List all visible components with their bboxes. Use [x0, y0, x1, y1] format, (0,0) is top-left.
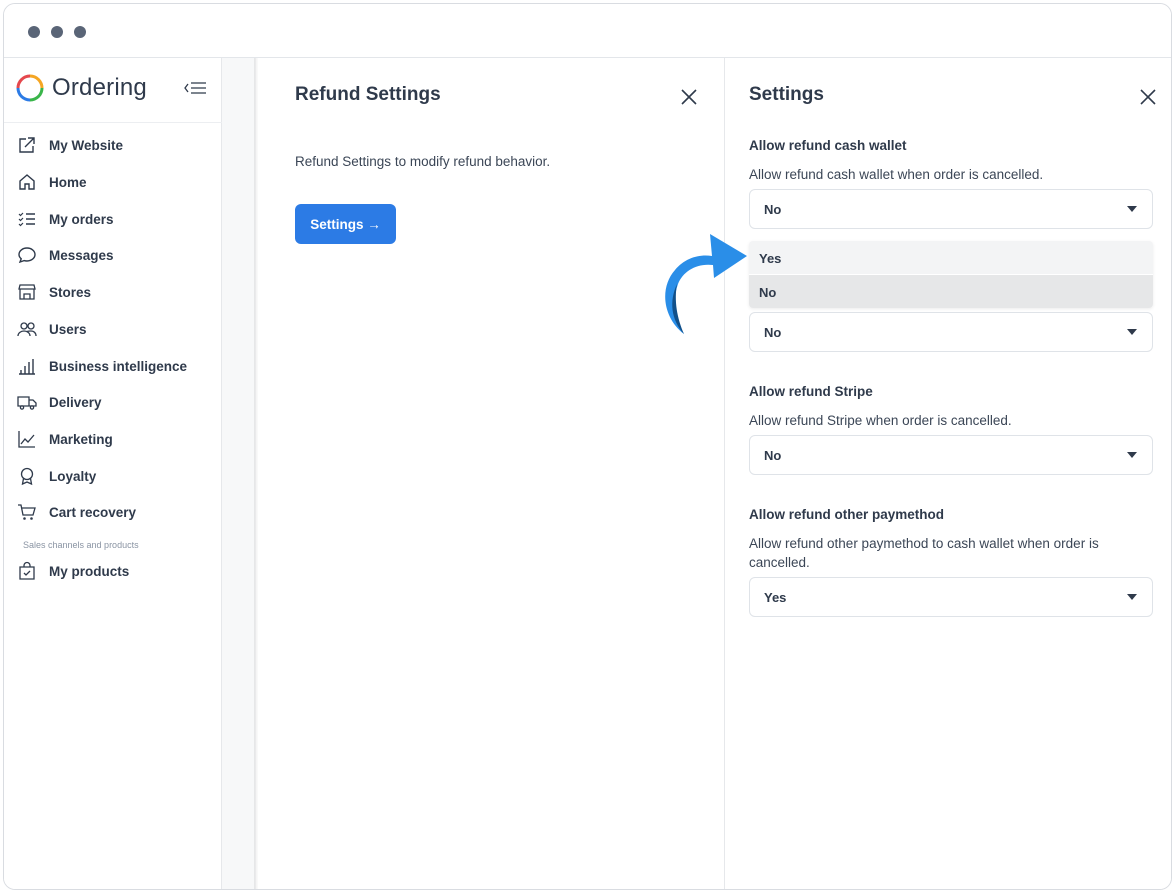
field-label: Allow refund Stripe	[749, 384, 873, 399]
caret-down-icon	[1127, 206, 1137, 212]
refund-settings-panel: Refund Settings Refund Settings to modif…	[258, 58, 725, 889]
window-dot-icon	[28, 26, 40, 38]
panel-title: Refund Settings	[295, 84, 441, 105]
option-label: Yes	[759, 251, 782, 266]
cart-icon	[18, 504, 36, 520]
users-icon	[17, 322, 37, 337]
window-dot-icon	[51, 26, 63, 38]
truck-icon	[17, 396, 37, 410]
sidebar-item-label: Cart recovery	[49, 504, 137, 520]
sidebar-item-label: My products	[49, 563, 130, 579]
field-description: Allow refund other paymethod to cash wal…	[749, 536, 1099, 570]
sidebar-item-label: Loyalty	[49, 468, 97, 484]
refund-stripe-select[interactable]: No	[749, 435, 1153, 475]
dropdown-option-yes[interactable]: Yes	[749, 241, 1153, 274]
sidebar-item-business-intelligence[interactable]: Business intelligence	[4, 350, 222, 382]
sidebar-item-home[interactable]: Home	[4, 166, 222, 198]
brand[interactable]: Ordering	[15, 72, 147, 104]
sidebar-item-messages[interactable]: Messages	[4, 239, 222, 271]
sidebar-item-label: Stores	[49, 284, 92, 300]
sidebar: Ordering My Website Home My orders Messa…	[4, 58, 222, 889]
external-link-icon	[19, 137, 35, 153]
sidebar-item-label: My Website	[49, 137, 124, 153]
bar-chart-icon	[19, 359, 35, 375]
window-dot-icon	[74, 26, 86, 38]
sidebar-item-my-products[interactable]: My products	[4, 555, 222, 587]
select-value: No	[764, 202, 782, 217]
brand-name: Ordering	[52, 74, 147, 101]
caret-down-icon	[1127, 452, 1137, 458]
sidebar-item-my-website[interactable]: My Website	[4, 129, 222, 161]
field-label: Allow refund cash wallet	[749, 138, 907, 153]
sidebar-divider	[4, 122, 222, 123]
sidebar-item-label: Users	[49, 321, 87, 337]
sidebar-item-marketing[interactable]: Marketing	[4, 423, 222, 455]
app-window: Ordering My Website Home My orders Messa…	[3, 3, 1172, 890]
sidebar-item-cart-recovery[interactable]: Cart recovery	[4, 496, 222, 528]
refund-option-select[interactable]: No	[749, 312, 1153, 352]
collapse-sidebar-icon[interactable]	[182, 78, 208, 98]
content-gutter	[222, 58, 256, 889]
sidebar-item-label: Business intelligence	[49, 358, 188, 374]
field-description: Allow refund Stripe when order is cancel…	[749, 413, 1012, 428]
select-value: No	[764, 325, 782, 340]
select-dropdown-menu: Yes No	[749, 241, 1153, 308]
sidebar-item-label: Messages	[49, 247, 114, 263]
sidebar-item-label: Delivery	[49, 394, 102, 410]
dropdown-option-no[interactable]: No	[749, 275, 1153, 308]
sidebar-item-label: My orders	[49, 211, 114, 227]
home-icon	[19, 174, 35, 190]
sidebar-section-label: Sales channels and products	[23, 540, 139, 550]
sidebar-item-users[interactable]: Users	[4, 313, 222, 345]
chat-bubble-icon	[18, 247, 36, 264]
field-label: Allow refund other paymethod	[749, 507, 945, 522]
close-icon[interactable]	[1139, 88, 1157, 106]
ordering-logo-icon	[16, 74, 44, 102]
select-value: Yes	[764, 590, 787, 605]
caret-down-icon	[1127, 594, 1137, 600]
sidebar-item-label: Marketing	[49, 431, 113, 447]
sidebar-item-label: Home	[49, 174, 87, 190]
trend-line-icon	[18, 431, 35, 448]
list-icon	[18, 212, 35, 227]
caret-down-icon	[1127, 329, 1137, 335]
settings-panel: Settings Allow refund cash wallet Allow …	[725, 58, 1171, 889]
panel-title: Settings	[749, 84, 824, 105]
store-icon	[18, 284, 36, 300]
sidebar-item-stores[interactable]: Stores	[4, 276, 222, 308]
annotation-arrow-icon	[665, 234, 747, 334]
sidebar-item-my-orders[interactable]: My orders	[4, 203, 222, 235]
settings-button[interactable]: Settings →	[295, 204, 396, 244]
window-titlebar	[4, 4, 1171, 58]
close-icon[interactable]	[680, 88, 698, 106]
refund-other-paymethod-select[interactable]: Yes	[749, 577, 1153, 617]
sidebar-item-loyalty[interactable]: Loyalty	[4, 460, 222, 492]
award-icon	[20, 467, 34, 486]
panel-description: Refund Settings to modify refund behavio…	[295, 154, 551, 169]
sidebar-item-delivery[interactable]: Delivery	[4, 386, 222, 418]
refund-cash-wallet-select[interactable]: No	[749, 189, 1153, 229]
select-value: No	[764, 448, 782, 463]
field-description: Allow refund cash wallet when order is c…	[749, 167, 1044, 182]
shopping-bag-icon	[19, 561, 35, 580]
option-label: No	[759, 285, 777, 300]
